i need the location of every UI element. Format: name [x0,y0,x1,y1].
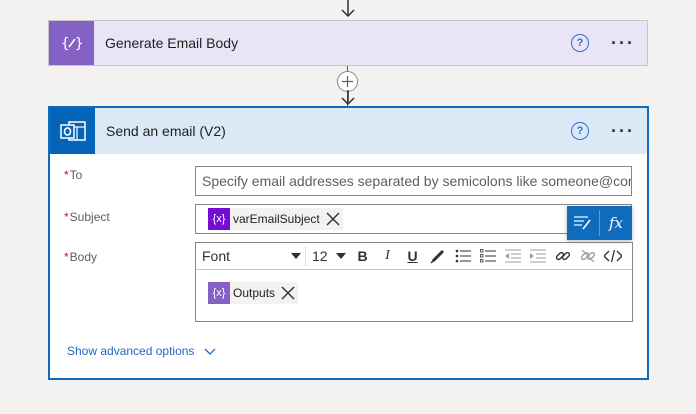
font-dropdown[interactable]: Font [202,246,306,266]
variable-icon: { } [49,21,94,65]
subject-label: *Subject [64,210,110,224]
show-advanced-options-link[interactable]: Show advanced options [67,344,216,358]
dropdown-arrow-icon [291,253,301,259]
to-label: *To [64,168,83,182]
numbered-list-icon[interactable] [475,246,500,266]
underline-button[interactable]: U [400,246,425,266]
bold-button[interactable]: B [350,246,375,266]
increase-indent-icon[interactable] [525,246,550,266]
dropdown-arrow-icon [336,253,346,259]
dynamic-content-popup: fx [567,206,632,240]
dynamic-content-button[interactable] [567,206,599,240]
variable-icon: {x} [208,282,230,304]
flow-arrow-icon [341,0,355,18]
help-icon[interactable]: ? [571,122,590,140]
unlink-icon[interactable] [575,246,600,266]
step-title: Generate Email Body [105,35,239,51]
dynamic-content-token[interactable]: {x} Outputs [208,282,299,304]
code-view-icon[interactable] [600,246,625,266]
decrease-indent-icon[interactable] [500,246,525,266]
help-icon[interactable]: ? [571,34,590,52]
svg-text:{: { [61,36,69,52]
remove-token-icon[interactable] [278,283,298,303]
step-title: Send an email (V2) [106,123,226,139]
link-icon[interactable] [550,246,575,266]
highlight-pen-icon[interactable] [425,246,450,266]
svg-text:}: } [75,36,83,52]
fx-icon: fx [608,214,623,232]
font-size-dropdown[interactable]: 12 [306,248,350,264]
outlook-icon [50,108,95,154]
rich-text-toolbar: Font 12 B I U [196,243,632,270]
body-editor[interactable]: Font 12 B I U {x} Outputs [195,242,633,322]
body-content[interactable]: {x} Outputs [196,270,632,316]
add-step-button[interactable] [337,71,358,92]
step-card-send-email: Send an email (V2) ? ··· *To Specify ema… [48,106,649,380]
plus-icon [342,76,353,87]
expression-button[interactable]: fx [600,206,632,240]
body-label: *Body [64,250,98,264]
variable-icon: {x} [208,208,230,230]
more-options-icon[interactable]: ··· [611,122,635,140]
remove-token-icon[interactable] [323,209,343,229]
bulleted-list-icon[interactable] [450,246,475,266]
to-input[interactable]: Specify email addresses separated by sem… [195,166,632,196]
step-card-generate-email-body[interactable]: { } Generate Email Body ? ··· [48,20,648,66]
step-header[interactable]: Send an email (V2) ? ··· [50,108,647,154]
dynamic-content-token[interactable]: {x} varEmailSubject [208,208,343,230]
more-options-icon[interactable]: ··· [611,34,635,52]
dynamic-content-icon [574,216,591,230]
chevron-down-icon [204,348,216,355]
italic-button[interactable]: I [375,246,400,266]
flow-arrow-icon [341,90,355,106]
